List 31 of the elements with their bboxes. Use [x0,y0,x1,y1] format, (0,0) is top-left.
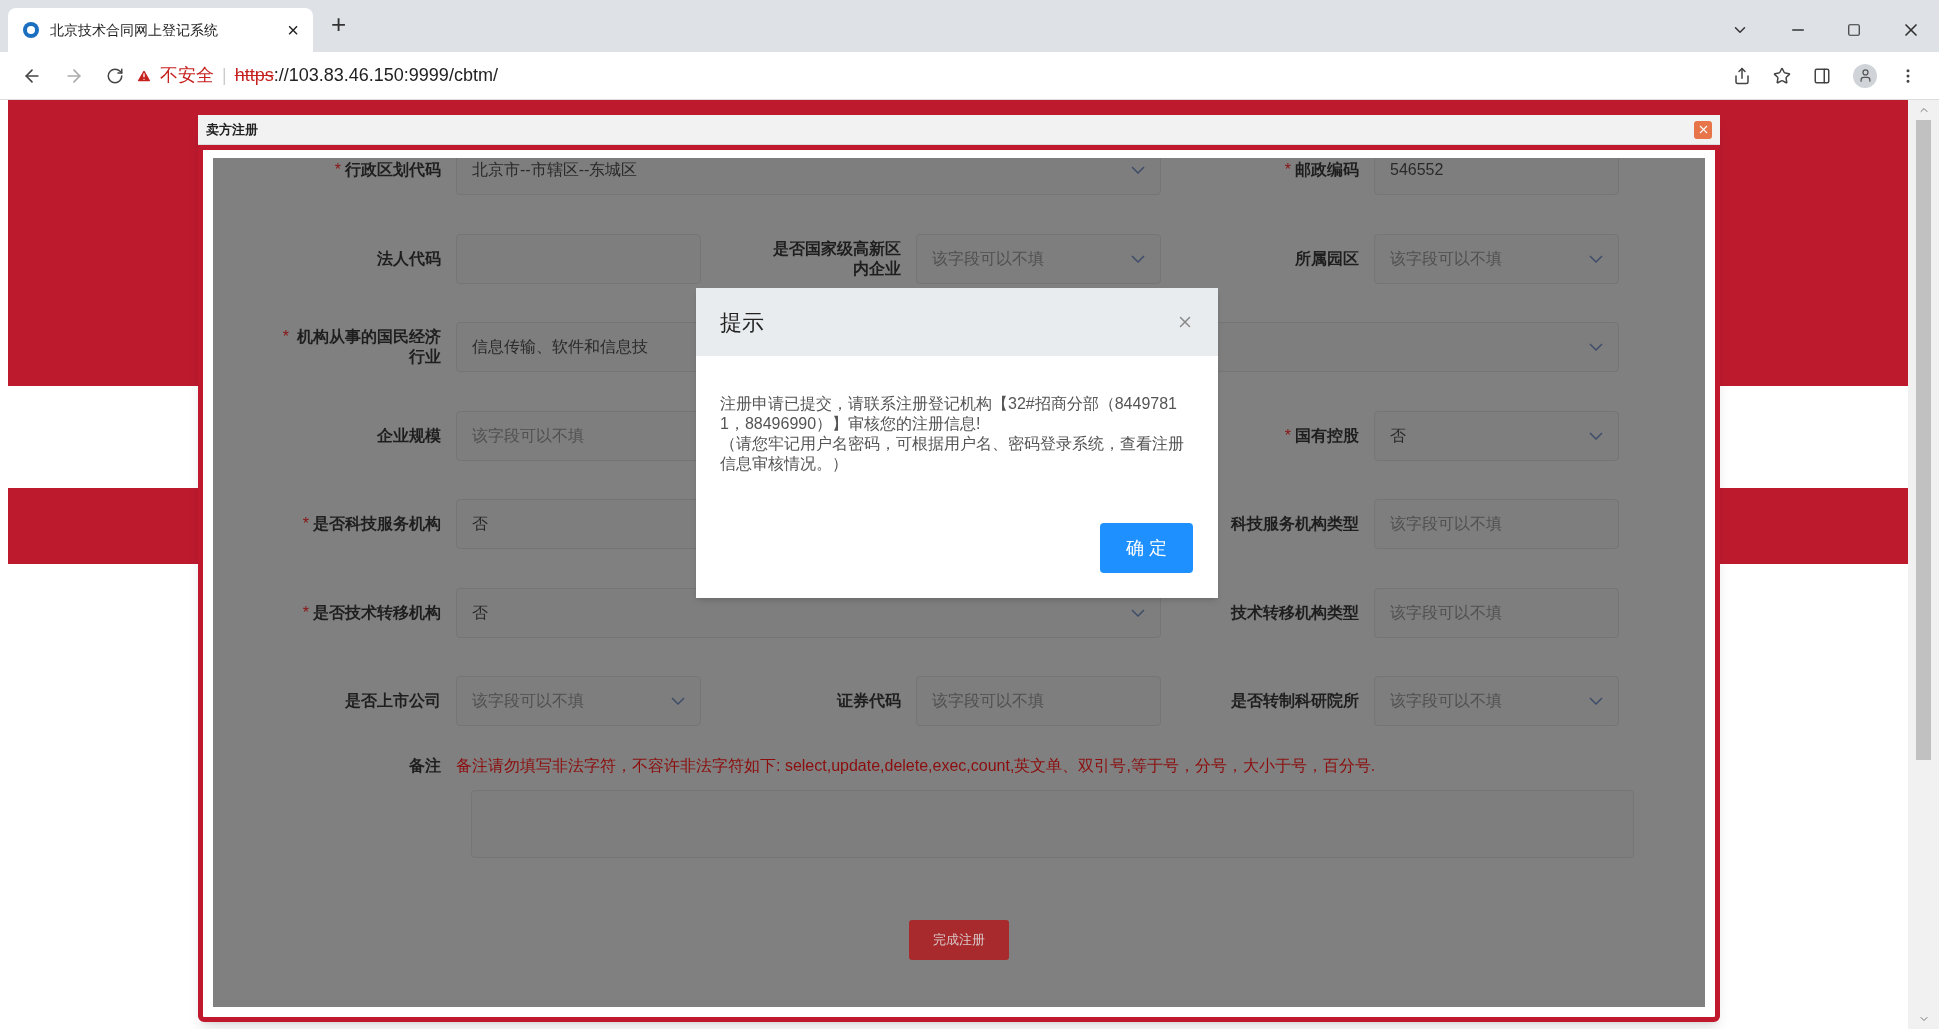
security-label: 不安全 [160,64,214,87]
field-label: 是否国家级高新区内企业 [772,238,901,279]
remark-note: 备注请勿填写非法字符，不容许非法字符如下: select,update,delete,exec,count,英文单、双引号,等于号，分号，大小于号，百分号. [456,755,1376,776]
field-label: 是否技术转移机构 [313,602,441,623]
field-label: 企业规模 [377,425,441,446]
required-mark: * [334,160,341,181]
field-label: 是否上市公司 [345,691,441,712]
url-text: https://103.83.46.150:9999/cbtm/ [234,64,498,87]
url-separator: | [222,64,227,87]
field-label: 技术转移机构类型 [1231,602,1359,623]
dialog-note: （请您牢记用户名密码，可根据用户名、密码登录系统，查看注册信息审核情况。） [720,434,1185,474]
required-mark: * [302,514,309,535]
field-label: 法人代码 [377,248,441,269]
field-label: 行政区划代码 [345,160,441,181]
modal-title: 卖方注册 [206,120,259,139]
required-mark: * [302,602,309,623]
dialog-message: 注册申请已提交，请联系注册登记机构【32#招商分部（84497811，88496990）】审核您的注册信息! [720,394,1178,434]
required-mark: * [1284,160,1291,181]
field-label: 邮政编码 [1295,160,1359,181]
field-label: 所属园区 [1295,248,1359,269]
field-label: 是否转制科研院所 [1231,691,1359,712]
dialog-title: 提示 [720,308,765,337]
field-label: 科技服务机构类型 [1231,514,1359,535]
required-mark: * [1284,425,1291,446]
field-label: 证券代码 [837,691,901,712]
field-label: 机构从事的国民经济行业 [296,327,441,368]
field-label: 是否科技服务机构 [313,514,441,535]
field-label: 备注 [409,755,441,776]
tab-title: 北京技术合同网上登记系统 [50,20,219,40]
field-label: 国有控股 [1295,425,1359,446]
required-mark: * [282,327,289,348]
